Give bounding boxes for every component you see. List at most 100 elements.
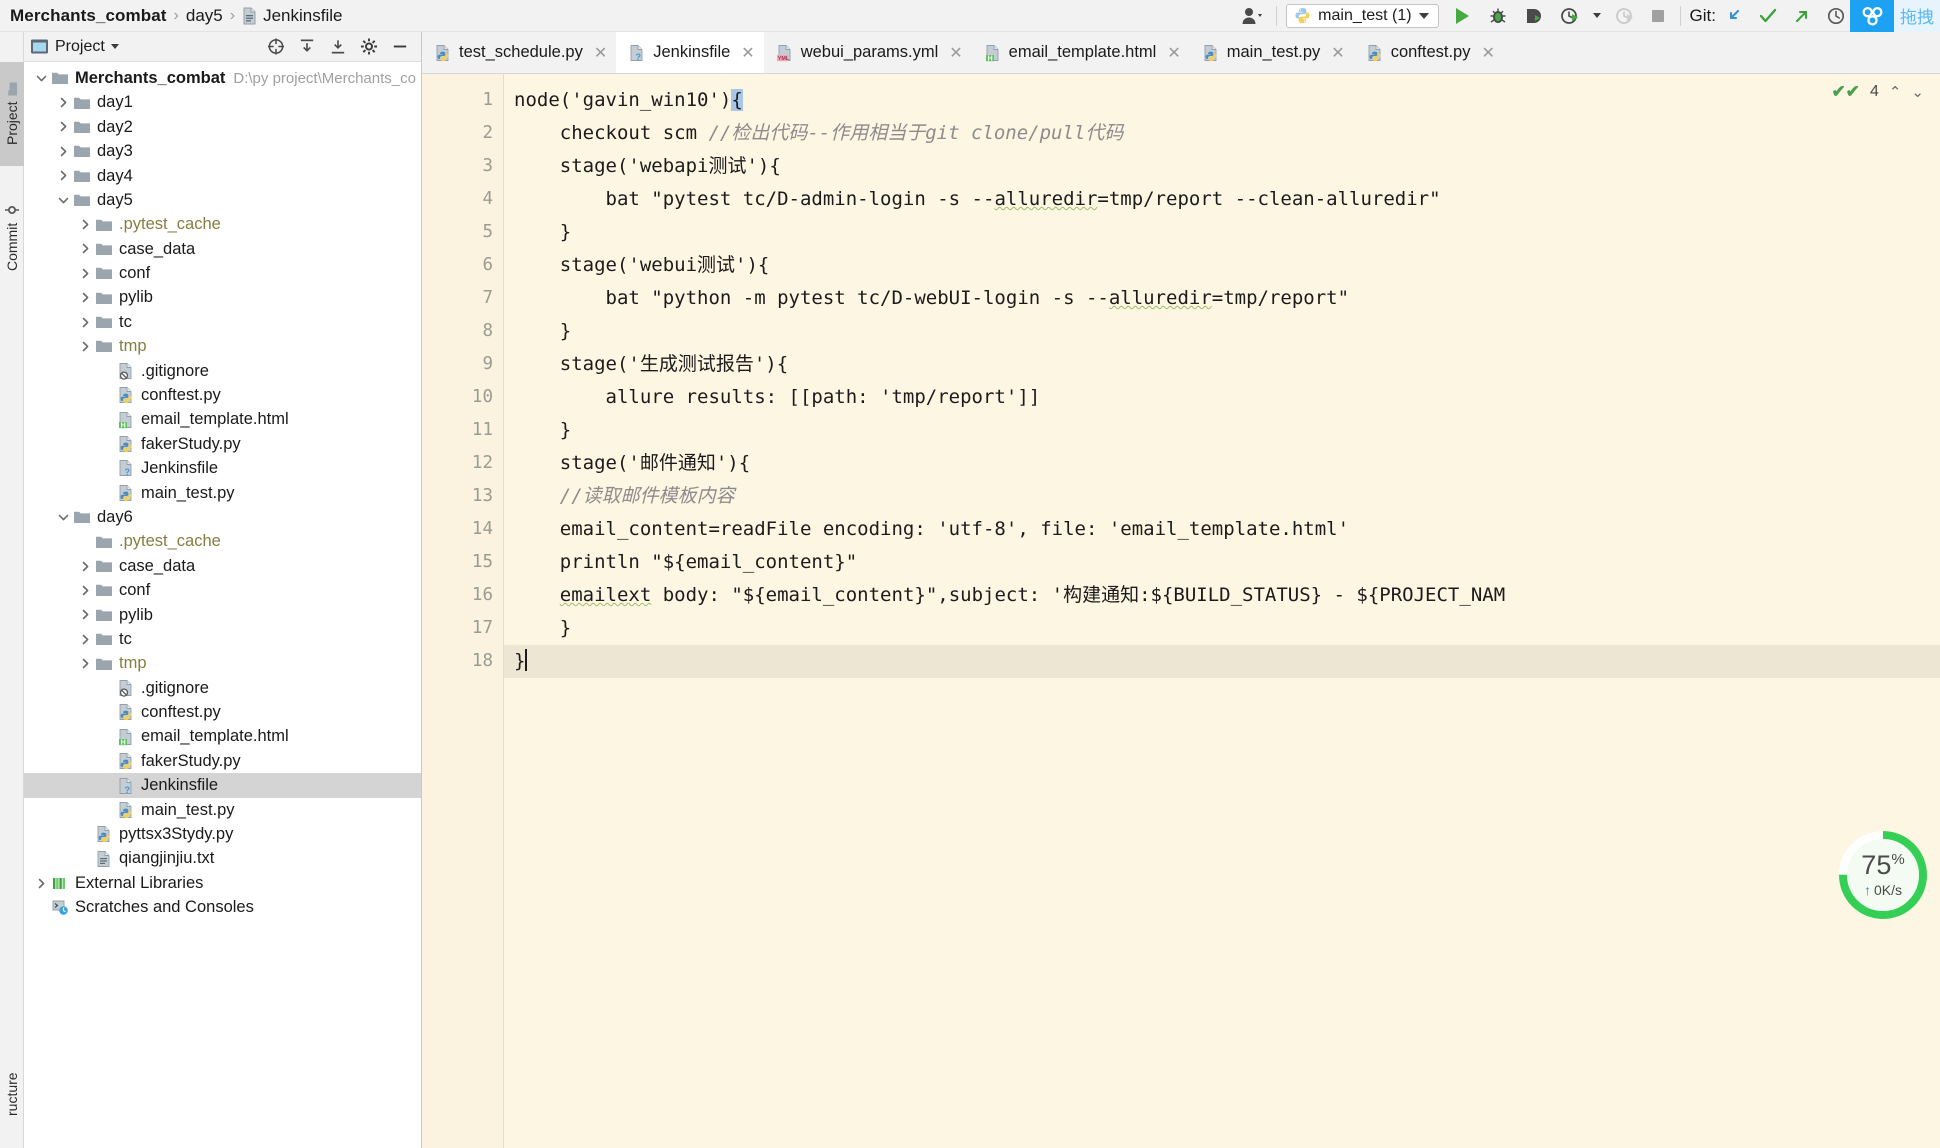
- hide-panel-icon[interactable]: [391, 38, 409, 56]
- tree-row[interactable]: main_test.py: [24, 798, 421, 822]
- chevron-right-icon[interactable]: [76, 267, 94, 280]
- chevron-right-icon[interactable]: [54, 120, 72, 133]
- breadcrumb-project[interactable]: Merchants_combat: [10, 6, 167, 26]
- chevron-right-icon[interactable]: [76, 218, 94, 231]
- tree-row[interactable]: conftest.py: [24, 700, 421, 724]
- inspection-widget[interactable]: ✔✔ 4 ⌃ ⌄: [1831, 82, 1924, 102]
- chevron-right-icon[interactable]: [76, 657, 94, 670]
- tree-row[interactable]: tc: [24, 310, 421, 334]
- close-icon[interactable]: ✕: [1481, 43, 1494, 63]
- tree-row[interactable]: case_data: [24, 554, 421, 578]
- chevron-down-icon[interactable]: [32, 72, 50, 85]
- tree-row[interactable]: conftest.py: [24, 383, 421, 407]
- inspection-prev-icon[interactable]: ⌃: [1889, 83, 1902, 101]
- collapse-all-icon[interactable]: [329, 38, 347, 56]
- chevron-down-icon[interactable]: [54, 194, 72, 207]
- tree-row[interactable]: tmp: [24, 651, 421, 675]
- code-line[interactable]: stage('邮件通知'){: [504, 447, 1940, 480]
- code-area[interactable]: node('gavin_win10'){ checkout scm //检出代码…: [504, 74, 1940, 1148]
- editor-tab[interactable]: conftest.py ✕: [1354, 32, 1504, 73]
- git-history-button[interactable]: [1822, 3, 1850, 29]
- tree-row[interactable]: day2: [24, 115, 421, 139]
- code-line[interactable]: stage('webapi测试'){: [504, 150, 1940, 183]
- run-button[interactable]: [1448, 3, 1476, 29]
- git-push-button[interactable]: [1788, 3, 1816, 29]
- editor-tab[interactable]: ? Jenkinsfile ✕: [616, 32, 764, 73]
- code-line[interactable]: }: [504, 612, 1940, 645]
- editor-tab[interactable]: main_test.py ✕: [1190, 32, 1354, 73]
- user-profile-icon[interactable]: [1237, 3, 1267, 29]
- code-line[interactable]: bat "pytest tc/D-admin-login -s --allure…: [504, 183, 1940, 216]
- chevron-right-icon[interactable]: [54, 169, 72, 182]
- breadcrumb-file[interactable]: Jenkinsfile: [242, 6, 342, 26]
- tree-row[interactable]: conf: [24, 578, 421, 602]
- tree-row[interactable]: main_test.py: [24, 481, 421, 505]
- settings-gear-icon[interactable]: [360, 38, 378, 56]
- code-line[interactable]: }: [504, 315, 1940, 348]
- code-line[interactable]: stage('生成测试报告'){: [504, 348, 1940, 381]
- tree-row[interactable]: fakerStudy.py: [24, 432, 421, 456]
- tree-row[interactable]: day4: [24, 164, 421, 188]
- chevron-right-icon[interactable]: [76, 584, 94, 597]
- code-line[interactable]: }: [504, 216, 1940, 249]
- code-line[interactable]: node('gavin_win10'){: [504, 84, 1940, 117]
- run-configuration-selector[interactable]: main_test (1): [1286, 3, 1439, 28]
- chevron-right-icon[interactable]: [76, 560, 94, 573]
- tree-row[interactable]: day3: [24, 139, 421, 163]
- git-update-project-button[interactable]: [1720, 3, 1748, 29]
- chevron-right-icon[interactable]: [32, 877, 50, 890]
- tree-row[interactable]: Hemail_template.html: [24, 725, 421, 749]
- debug-button[interactable]: [1484, 3, 1512, 29]
- tree-row[interactable]: Scratches and Consoles: [24, 895, 421, 919]
- tree-row[interactable]: pylib: [24, 286, 421, 310]
- tree-row[interactable]: tmp: [24, 334, 421, 358]
- tree-row[interactable]: case_data: [24, 237, 421, 261]
- tree-row[interactable]: fakerStudy.py: [24, 749, 421, 773]
- code-line[interactable]: email_content=readFile encoding: 'utf-8'…: [504, 513, 1940, 546]
- tree-row[interactable]: pylib: [24, 603, 421, 627]
- tree-row[interactable]: qiangjinjiu.txt: [24, 847, 421, 871]
- close-icon[interactable]: ✕: [949, 43, 962, 63]
- code-line[interactable]: stage('webui测试'){: [504, 249, 1940, 282]
- scope-target-icon[interactable]: [267, 38, 285, 56]
- sidebar-item-project[interactable]: Project: [0, 62, 24, 166]
- project-tree[interactable]: Merchants_combat D:\py project\Merchants_…: [24, 62, 421, 1148]
- profile-button[interactable]: [1556, 3, 1584, 29]
- code-line[interactable]: //读取邮件模板内容: [504, 480, 1940, 513]
- tree-row[interactable]: .gitignore: [24, 676, 421, 700]
- chevron-down-icon[interactable]: [110, 44, 119, 49]
- tree-row[interactable]: .gitignore: [24, 359, 421, 383]
- tree-row[interactable]: .pytest_cache: [24, 212, 421, 236]
- chevron-right-icon[interactable]: [76, 340, 94, 353]
- inspection-next-icon[interactable]: ⌄: [1911, 83, 1924, 101]
- chevron-right-icon[interactable]: [76, 316, 94, 329]
- chevron-right-icon[interactable]: [76, 242, 94, 255]
- code-line[interactable]: emailext body: "${email_content}",subjec…: [504, 579, 1940, 612]
- chevron-right-icon[interactable]: [54, 96, 72, 109]
- tree-row[interactable]: ? Jenkinsfile: [24, 456, 421, 480]
- chevron-right-icon[interactable]: [76, 291, 94, 304]
- code-line[interactable]: bat "python -m pytest tc/D-webUI-login -…: [504, 282, 1940, 315]
- tree-row[interactable]: tc: [24, 627, 421, 651]
- code-line[interactable]: checkout scm //检出代码--作用相当于git clone/pull…: [504, 117, 1940, 150]
- tree-row[interactable]: ? Jenkinsfile: [24, 773, 421, 798]
- code-line[interactable]: allure results: [[path: 'tmp/report']]: [504, 381, 1940, 414]
- tree-row[interactable]: Merchants_combat D:\py project\Merchants_…: [24, 66, 421, 90]
- git-commit-button[interactable]: [1754, 3, 1782, 29]
- chevron-right-icon[interactable]: [54, 145, 72, 158]
- profile-dropdown[interactable]: [1589, 3, 1605, 29]
- chevron-right-icon[interactable]: [76, 633, 94, 646]
- close-icon[interactable]: ✕: [1331, 43, 1344, 63]
- tree-row[interactable]: Hemail_template.html: [24, 407, 421, 431]
- editor-tab[interactable]: Hemail_template.html ✕: [972, 32, 1190, 73]
- breadcrumb-folder[interactable]: day5: [186, 6, 223, 26]
- tree-row[interactable]: .pytest_cache: [24, 529, 421, 553]
- sidebar-item-commit[interactable]: Commit: [0, 182, 24, 292]
- plugin-cjk-label[interactable]: 拖拽: [1894, 0, 1940, 32]
- tree-row[interactable]: conf: [24, 261, 421, 285]
- chevron-down-icon[interactable]: [54, 511, 72, 524]
- tree-row[interactable]: External Libraries: [24, 871, 421, 895]
- sidebar-item-structure[interactable]: ructure: [0, 1046, 24, 1142]
- expand-all-icon[interactable]: [298, 38, 316, 56]
- code-line[interactable]: }: [504, 414, 1940, 447]
